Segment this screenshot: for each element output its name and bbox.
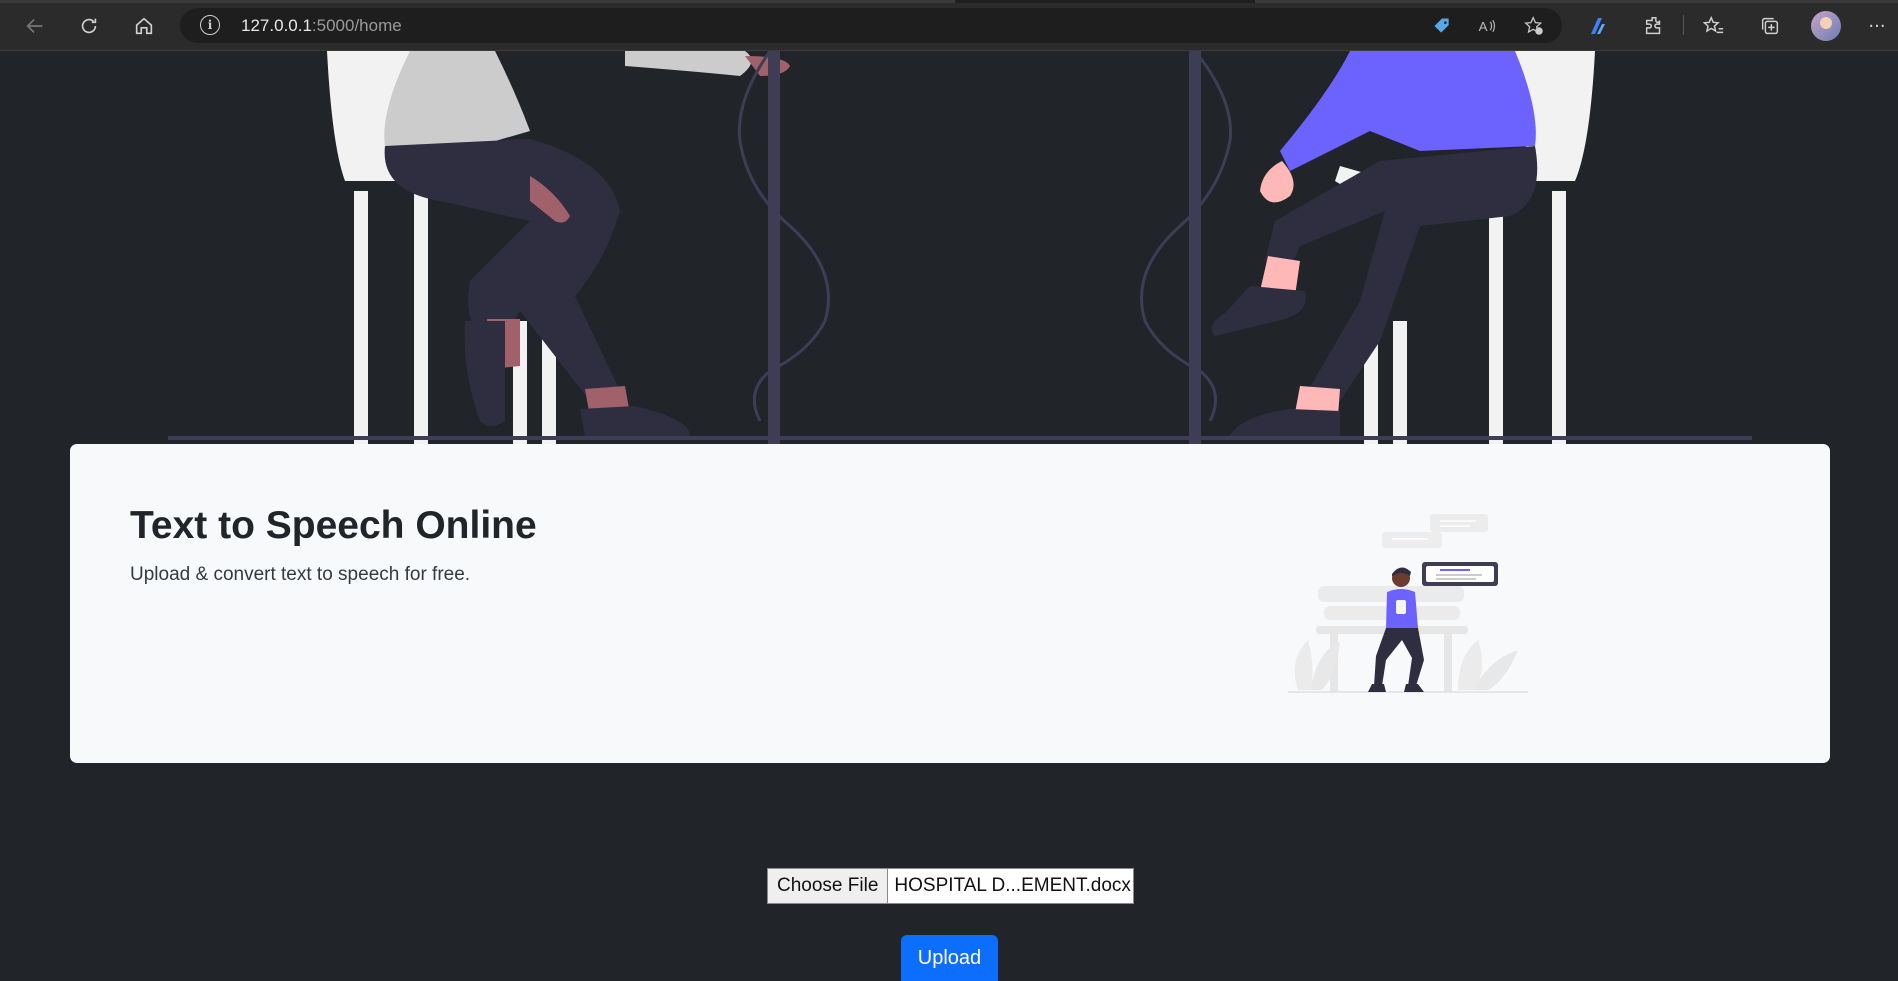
browser-toolbar: i 127.0.0.1:5000/home A ··· bbox=[0, 0, 1898, 51]
read-aloud-icon[interactable]: A bbox=[1477, 16, 1497, 36]
extensions-icon[interactable] bbox=[1641, 13, 1667, 39]
url-text[interactable]: 127.0.0.1:5000/home bbox=[241, 16, 402, 36]
refresh-icon[interactable] bbox=[74, 11, 104, 41]
toolbar-divider bbox=[1683, 15, 1684, 35]
more-icon[interactable]: ··· bbox=[1864, 13, 1890, 39]
profile-avatar[interactable] bbox=[1811, 11, 1841, 41]
favorites-icon[interactable] bbox=[1701, 13, 1727, 39]
address-bar[interactable]: i 127.0.0.1:5000/home A bbox=[180, 8, 1562, 43]
page-title: Text to Speech Online bbox=[130, 504, 537, 547]
bench-illustration bbox=[1288, 514, 1528, 693]
back-icon[interactable] bbox=[20, 11, 50, 41]
url-host: 127.0.0.1 bbox=[241, 16, 312, 35]
upload-button[interactable]: Upload bbox=[901, 935, 998, 981]
hero-card: Text to Speech Online Upload & convert t… bbox=[70, 444, 1830, 763]
copilot-icon[interactable] bbox=[1585, 13, 1611, 39]
collections-icon[interactable] bbox=[1757, 13, 1783, 39]
file-input[interactable]: Choose File HOSPITAL D...EMENT.docx bbox=[767, 868, 1134, 904]
url-path: :5000/home bbox=[311, 16, 402, 35]
choose-file-button[interactable]: Choose File bbox=[768, 869, 889, 903]
selected-file-name: HOSPITAL D...EMENT.docx bbox=[894, 875, 1131, 896]
tab-strip bbox=[0, 0, 1898, 3]
hero-illustration bbox=[168, 51, 1752, 444]
page-subtitle: Upload & convert text to speech for free… bbox=[130, 564, 471, 585]
svg-text:A: A bbox=[1479, 19, 1488, 34]
site-info-icon[interactable]: i bbox=[200, 15, 220, 35]
tag-icon[interactable] bbox=[1432, 16, 1452, 36]
add-favorite-icon[interactable] bbox=[1524, 16, 1544, 36]
home-icon[interactable] bbox=[129, 11, 159, 41]
